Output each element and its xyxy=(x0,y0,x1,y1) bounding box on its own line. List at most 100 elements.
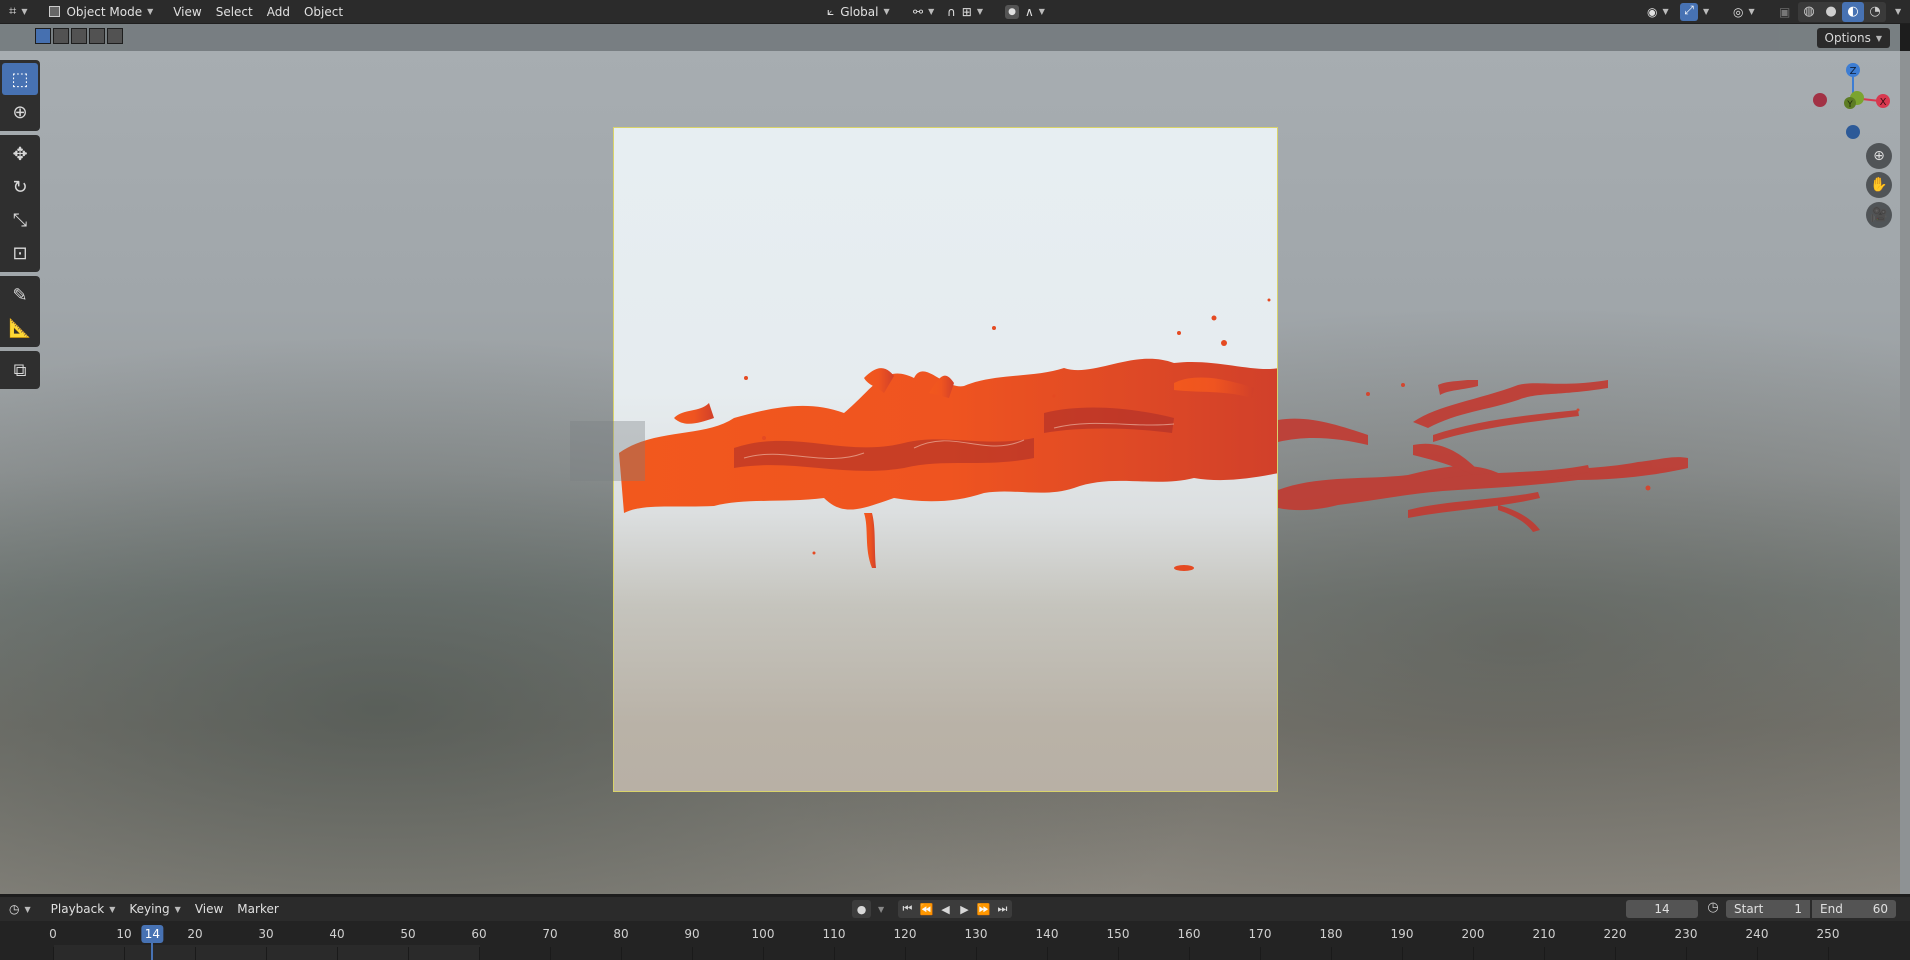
xray-icon: ▣ xyxy=(1779,4,1791,19)
ruler-tick-line xyxy=(834,947,835,960)
timeline-editor-type-button[interactable]: ◷ ▼ xyxy=(2,899,38,919)
select-new-icon[interactable] xyxy=(35,28,51,44)
camera-view-icon[interactable]: 🎥 xyxy=(1866,202,1892,228)
clock-icon: ◷ xyxy=(9,902,20,916)
ruler-tick-label: 150 xyxy=(1106,927,1130,941)
overlay-icon: ◎ xyxy=(1733,4,1744,19)
proportional-edit-icon: ● xyxy=(1005,4,1019,19)
chevron-down-icon[interactable]: ▼ xyxy=(878,905,884,914)
marker-menu[interactable]: Marker xyxy=(230,899,285,919)
jump-start-icon[interactable]: ⏮ xyxy=(898,900,917,918)
gizmo-icon: ⤢ xyxy=(1680,2,1698,21)
next-keyframe-icon[interactable]: ⏩ xyxy=(974,900,993,918)
select-subtract-icon[interactable] xyxy=(71,28,87,44)
ruler-tick-line xyxy=(1260,947,1261,960)
select-intersect-icon[interactable] xyxy=(107,28,123,44)
chevron-down-icon: ▼ xyxy=(1038,7,1045,16)
play-icon[interactable]: ▶ xyxy=(955,900,974,918)
add-cube-icon[interactable]: ⧉ xyxy=(2,354,38,386)
orientation-dropdown[interactable]: ⟀ Global ▼ xyxy=(820,2,897,22)
measure-icon[interactable]: 📐 xyxy=(2,312,38,344)
tool-group-transform: ✥ ↻ ⤡ ⊡ xyxy=(0,135,40,272)
ruler-tick-label: 10 xyxy=(116,927,132,941)
rotate-icon[interactable]: ↻ xyxy=(2,171,38,203)
blender-window: ⌗ ▼ Object Mode ▼ View Select Add Object … xyxy=(0,0,1910,960)
ruler-tick-line xyxy=(1189,947,1190,960)
jump-end-icon[interactable]: ⏭ xyxy=(993,900,1012,918)
menu-view[interactable]: View xyxy=(166,2,208,22)
ruler-tick-line xyxy=(408,947,409,960)
fluid-splash-render xyxy=(619,298,1277,571)
end-frame-field[interactable]: End 60 xyxy=(1812,900,1896,918)
mode-dropdown[interactable]: Object Mode ▼ xyxy=(42,2,160,22)
menu-select[interactable]: Select xyxy=(209,2,260,22)
chevron-down-icon: ▼ xyxy=(109,904,116,914)
chevron-down-icon: ▼ xyxy=(1875,33,1882,43)
ruler-tick-label: 190 xyxy=(1390,927,1414,941)
ruler-tick-line xyxy=(1402,947,1403,960)
chevron-down-icon: ▼ xyxy=(883,7,890,16)
solid-shading-icon[interactable]: ● xyxy=(1820,2,1842,22)
pan-hand-icon[interactable]: ✋ xyxy=(1866,172,1892,198)
mode-label: Object Mode xyxy=(66,4,143,19)
xray-toggle[interactable]: ▣ xyxy=(1772,2,1797,22)
select-box-icon[interactable]: ⬚ xyxy=(2,63,38,95)
navigation-gizmo[interactable]: Z X Y xyxy=(1810,60,1900,150)
material-preview-shading-icon[interactable]: ◐ xyxy=(1842,1,1864,22)
chevron-down-icon: ▼ xyxy=(1895,7,1902,16)
select-invert-icon[interactable] xyxy=(89,28,105,44)
tool-group-select: ⬚ ⊕ xyxy=(0,60,40,131)
prev-keyframe-icon[interactable]: ⏪ xyxy=(917,900,936,918)
transform-icon[interactable]: ⊡ xyxy=(2,237,38,269)
timeline-view-menu[interactable]: View xyxy=(188,899,230,919)
viewport-header: ⌗ ▼ Object Mode ▼ View Select Add Object … xyxy=(0,0,1910,24)
gizmo-toggle[interactable]: ⤢ ▼ xyxy=(1678,2,1711,22)
axis-neg-z-icon[interactable] xyxy=(1846,125,1860,139)
snap-toggle[interactable]: ∩ ⊞ ▼ xyxy=(940,2,990,22)
move-icon[interactable]: ✥ xyxy=(2,138,38,170)
record-autokey-icon[interactable]: ● xyxy=(852,900,871,918)
chevron-down-icon: ▼ xyxy=(21,7,28,16)
playback-menu[interactable]: Playback ▼ xyxy=(44,899,123,919)
ruler-tick-line xyxy=(266,947,267,960)
visibility-dropdown[interactable]: ◉ ▼ xyxy=(1640,2,1676,22)
ruler-tick-line xyxy=(53,947,54,960)
ruler-tick-line xyxy=(976,947,977,960)
axis-z-label: Z xyxy=(1850,66,1857,77)
play-reverse-icon[interactable]: ◀ xyxy=(936,900,955,918)
menu-add[interactable]: Add xyxy=(260,2,297,22)
ruler-tick-line xyxy=(1757,947,1758,960)
pivot-dropdown[interactable]: ⚯ ▼ xyxy=(906,2,941,22)
annotate-icon[interactable]: ✎ xyxy=(2,279,38,311)
selection-mode-buttons xyxy=(35,28,123,44)
editor-type-button[interactable]: ⌗ ▼ xyxy=(2,2,34,22)
axis-neg-x-icon[interactable] xyxy=(1813,93,1827,107)
wireframe-shading-icon[interactable]: ◍ xyxy=(1798,2,1820,22)
options-dropdown[interactable]: Options ▼ xyxy=(1816,28,1890,48)
select-extend-icon[interactable] xyxy=(53,28,69,44)
timeline-ruler[interactable]: 0 10 20 30 40 50 60 70 80 90 100 110 120 130 140 150 160… xyxy=(0,921,1910,960)
scale-icon[interactable]: ⤡ xyxy=(2,204,38,236)
ruler-tick-label: 140 xyxy=(1035,927,1059,941)
ruler-tick-label: 200 xyxy=(1461,927,1485,941)
proportional-edit-toggle[interactable]: ● ∧ ▼ xyxy=(998,2,1052,22)
keying-menu[interactable]: Keying ▼ xyxy=(122,899,187,919)
preview-range-icon[interactable]: ◷ xyxy=(1704,900,1722,918)
current-frame-indicator[interactable]: 14 xyxy=(141,925,164,943)
rendered-shading-icon[interactable]: ◔ xyxy=(1864,2,1886,22)
cursor-icon[interactable]: ⊕ xyxy=(2,96,38,128)
eye-icon: ◉ xyxy=(1647,4,1658,19)
overlay-toggle[interactable]: ◎ ▼ xyxy=(1726,2,1762,22)
ruler-tick-line xyxy=(1828,947,1829,960)
ruler-tick-label: 100 xyxy=(751,927,775,941)
shading-dropdown[interactable]: ▼ xyxy=(1888,2,1903,22)
ruler-tick-line xyxy=(1118,947,1119,960)
ruler-tick-label: 230 xyxy=(1674,927,1698,941)
ruler-tick-line xyxy=(1331,947,1332,960)
menu-object[interactable]: Object xyxy=(297,2,350,22)
tool-group-annotate: ✎ 📐 xyxy=(0,276,40,347)
zoom-icon[interactable]: ⊕ xyxy=(1866,143,1892,169)
frame-range-shading xyxy=(54,945,480,960)
current-frame-field[interactable]: 14 xyxy=(1626,900,1698,918)
start-frame-field[interactable]: Start 1 xyxy=(1726,900,1810,918)
